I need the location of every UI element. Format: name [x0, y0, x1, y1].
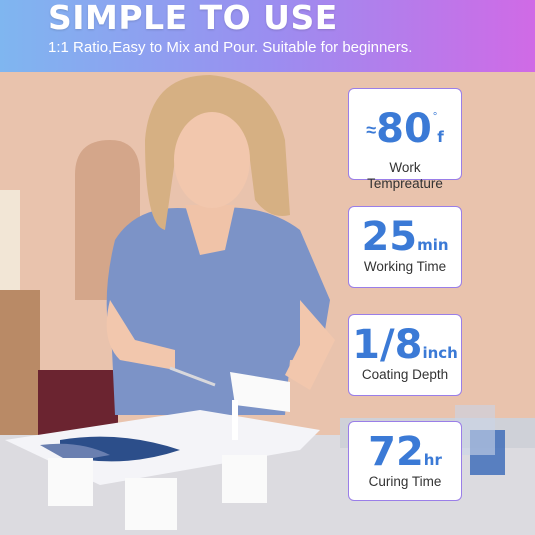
stat-value: 25: [361, 214, 418, 260]
stat-value: 1/8: [352, 322, 423, 368]
stat-label-line2: Tempreature: [367, 176, 443, 191]
stat-unit: f: [437, 128, 444, 146]
stat-value: 80: [376, 106, 432, 152]
stat-unit: hr: [423, 451, 442, 469]
stat-card-coating-depth: 1/8inch Coating Depth: [348, 314, 462, 396]
cup-middle: [125, 478, 177, 530]
stat-unit: inch: [422, 344, 458, 362]
stat-label-line1: Work: [389, 160, 421, 175]
stat-card-curing-time: 72hr Curing Time: [348, 421, 462, 501]
stat-unit: min: [417, 236, 449, 254]
stat-card-temperature: ≈80° f Work Tempreature: [348, 88, 462, 191]
cup-left: [48, 458, 93, 506]
stat-label: Curing Time: [368, 474, 442, 489]
stat-card-working-time: 25min Working Time: [348, 206, 462, 288]
headline: SIMPLE TO USE: [48, 0, 338, 37]
cup-right: [222, 455, 267, 503]
stat-label: Working Time: [363, 259, 447, 274]
subheadline: 1:1 Ratio,Easy to Mix and Pour. Suitable…: [48, 39, 413, 56]
degree-symbol: °: [432, 111, 438, 123]
stat-label: Coating Depth: [361, 367, 449, 382]
approx-symbol: ≈: [366, 120, 377, 140]
woman-face: [174, 112, 250, 208]
header-banner: SIMPLE TO USE 1:1 Ratio,Easy to Mix and …: [0, 0, 535, 72]
stat-value: 72: [368, 429, 424, 475]
